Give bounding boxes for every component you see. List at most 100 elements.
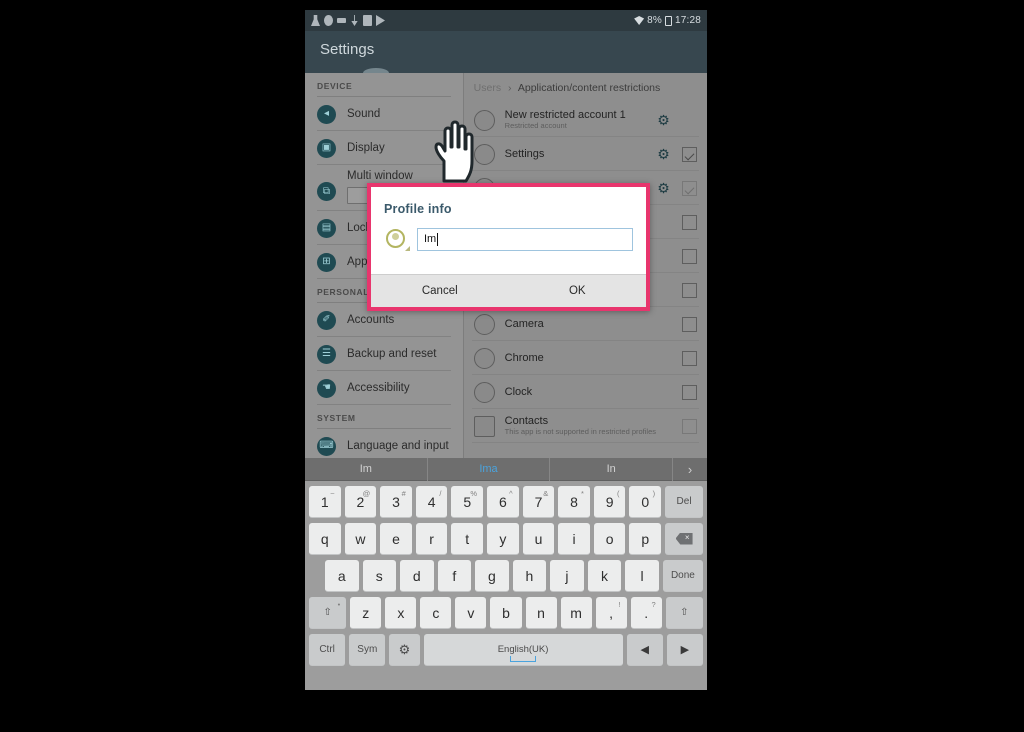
key-m[interactable]: m xyxy=(560,597,592,629)
arrow-left-icon[interactable]: ◀ xyxy=(626,634,663,666)
key-d[interactable]: d xyxy=(400,560,434,592)
key-7[interactable]: 7 & xyxy=(522,486,555,518)
key-6[interactable]: 6 ^ xyxy=(487,486,519,518)
profile-name-input[interactable]: Im xyxy=(417,227,633,251)
key-k[interactable]: k xyxy=(587,560,622,592)
gear-icon[interactable]: ⚙ xyxy=(656,180,671,196)
key-label: a xyxy=(337,567,346,584)
key-label: d xyxy=(412,567,421,584)
key-y[interactable]: y xyxy=(487,523,519,555)
table-row[interactable]: Chrome xyxy=(464,341,707,375)
app-restriction-checkbox[interactable] xyxy=(682,282,697,298)
key-0[interactable]: 0) xyxy=(629,486,662,518)
gear-icon[interactable]: ⚙ xyxy=(656,112,671,128)
keyboard-rows[interactable]: 1 ~2 @3 #4/5% 6 ^ 7 & 8 * 9(0) Del q w e r t y u i o p × a s d f g h… xyxy=(305,481,707,675)
key-englishuk[interactable]: English(UK) xyxy=(423,634,623,666)
suggestion-1[interactable]: Ima xyxy=(428,457,551,481)
app-restriction-checkbox[interactable] xyxy=(682,384,697,400)
app-restriction-checkbox[interactable] xyxy=(682,214,697,230)
app-restriction-checkbox[interactable] xyxy=(682,316,697,332)
gear-icon[interactable]: ⚙ xyxy=(656,146,671,162)
accessibility-icon: ☚ xyxy=(317,378,336,398)
status-bar-right: 8% 17:28 xyxy=(634,15,701,26)
key-4[interactable]: 4/ xyxy=(415,486,448,518)
sidebar-item-backup-and-reset[interactable]: ☰ Backup and reset xyxy=(305,337,463,371)
cancel-button[interactable]: Cancel xyxy=(371,275,509,307)
key-a[interactable]: a xyxy=(325,560,359,592)
key-i[interactable]: i xyxy=(558,523,590,555)
table-row[interactable]: Clock xyxy=(464,375,707,409)
key-[interactable]: ,! xyxy=(595,597,627,629)
key-t[interactable]: t xyxy=(451,523,484,555)
key-[interactable]: .? xyxy=(630,597,662,629)
key-f[interactable]: f xyxy=(437,560,472,592)
more-suggestions-icon[interactable]: › xyxy=(673,458,707,481)
key-ctrl[interactable]: Ctrl xyxy=(309,634,346,666)
key-z[interactable]: z xyxy=(350,597,382,629)
key-label: . xyxy=(644,604,649,621)
backspace-icon[interactable]: × xyxy=(665,523,704,555)
shift-icon[interactable]: ⇧ xyxy=(665,597,703,629)
key-sym[interactable]: Sym xyxy=(349,634,386,666)
page-title: Settings xyxy=(320,41,375,58)
key-e[interactable]: e xyxy=(380,523,412,555)
app-name: New restricted account 1 xyxy=(504,108,626,121)
key-q[interactable]: q xyxy=(309,523,341,555)
key-j[interactable]: j xyxy=(550,560,584,592)
arrow-right-icon[interactable]: ▶ xyxy=(666,634,703,666)
app-restriction-checkbox[interactable] xyxy=(682,146,697,162)
account-avatar-icon xyxy=(473,109,495,131)
key-3[interactable]: 3 # xyxy=(380,486,412,518)
key-x[interactable]: x xyxy=(385,597,417,629)
dialog-title: Profile info xyxy=(384,202,452,216)
app-restriction-checkbox[interactable] xyxy=(682,350,697,366)
key-w[interactable]: w xyxy=(344,523,377,555)
key-8[interactable]: 8 * xyxy=(558,486,590,518)
key-l[interactable]: l xyxy=(625,560,659,592)
breadcrumb-parent[interactable]: Users xyxy=(474,82,501,94)
key-1[interactable]: 1 ~ xyxy=(309,486,341,518)
app-name: Contacts xyxy=(504,414,549,427)
suggestion-bar[interactable]: Im Ima In › xyxy=(305,457,707,481)
key-alt-label: ~ xyxy=(330,489,335,498)
keyboard-settings-icon[interactable]: ⚙ xyxy=(389,634,420,666)
app-restriction-checkbox[interactable] xyxy=(682,248,697,264)
suggestion-0[interactable]: Im xyxy=(305,457,428,481)
key-r[interactable]: r xyxy=(415,523,448,555)
shift-icon[interactable]: ⇧ • xyxy=(309,597,347,629)
key-v[interactable]: v xyxy=(455,597,487,629)
table-row[interactable]: Camera xyxy=(464,307,707,341)
key-o[interactable]: o xyxy=(593,523,626,555)
display-icon: ▣ xyxy=(317,138,336,158)
key-2[interactable]: 2 @ xyxy=(344,486,377,518)
key-c[interactable]: c xyxy=(420,597,452,629)
dialog-body: Im xyxy=(371,216,646,251)
key-s[interactable]: s xyxy=(362,560,397,592)
keyboard-row-2: a s d f g h j k l Done xyxy=(309,560,704,592)
spacebar-indicator xyxy=(510,656,537,662)
key-done[interactable]: Done xyxy=(662,560,704,592)
key-u[interactable]: u xyxy=(522,523,555,555)
app-restriction-checkbox[interactable] xyxy=(682,418,697,434)
key-9[interactable]: 9( xyxy=(593,486,626,518)
key-del[interactable]: Del xyxy=(665,486,704,518)
app-restriction-checkbox[interactable] xyxy=(682,180,697,196)
table-row[interactable]: Settings ⚙ xyxy=(464,137,707,171)
profile-avatar-icon[interactable] xyxy=(384,227,410,251)
key-label: j xyxy=(565,567,569,584)
key-label: ◀ xyxy=(640,644,649,656)
key-n[interactable]: n xyxy=(525,597,557,629)
suggestion-2[interactable]: In xyxy=(550,457,674,481)
key-h[interactable]: h xyxy=(512,560,547,592)
key-g[interactable]: g xyxy=(475,560,509,592)
key-5[interactable]: 5% xyxy=(451,486,484,518)
table-row[interactable]: Contacts This app is not supported in res… xyxy=(464,409,707,443)
table-row[interactable]: New restricted account 1 Restricted accou… xyxy=(464,103,707,137)
hand-pointer-cursor xyxy=(434,120,474,183)
key-p[interactable]: p xyxy=(629,523,662,555)
on-screen-keyboard[interactable]: Im Ima In › 1 ~2 @3 #4/5% 6 ^ 7 & 8 * 9(0) Del q w e r t y u i… xyxy=(305,457,707,690)
ok-button[interactable]: OK xyxy=(509,275,647,307)
key-label: t xyxy=(465,530,470,547)
key-b[interactable]: b xyxy=(490,597,522,629)
sidebar-item-accessibility[interactable]: ☚ Accessibility xyxy=(305,371,463,405)
